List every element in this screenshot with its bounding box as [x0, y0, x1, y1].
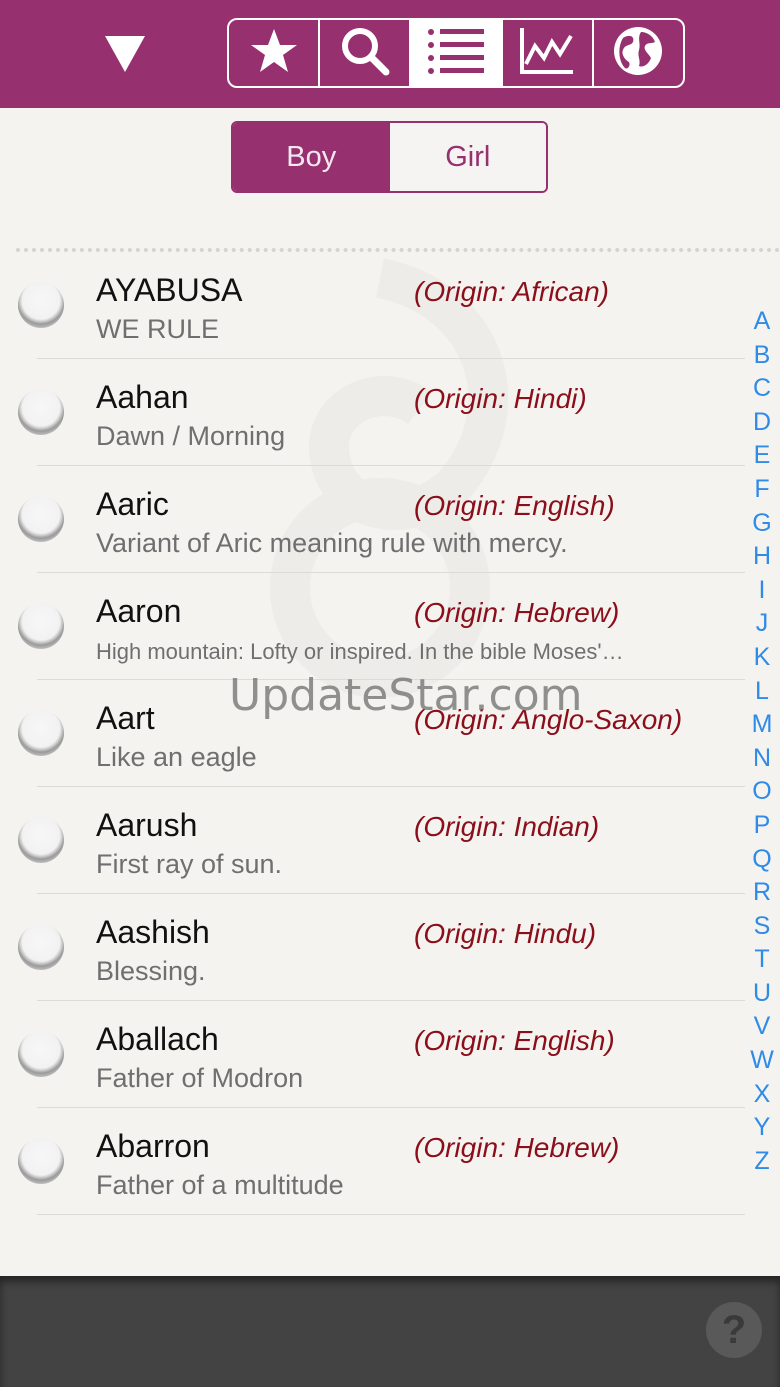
origin-text: (Origin: African) — [414, 276, 610, 307]
index-letter[interactable]: F — [744, 473, 780, 507]
index-letter[interactable]: C — [744, 372, 780, 406]
meaning-text: Dawn / Morning — [96, 421, 286, 451]
index-letter[interactable]: N — [744, 742, 780, 776]
index-letter[interactable]: S — [744, 910, 780, 944]
tab-favorites[interactable] — [229, 20, 321, 86]
gender-segmented-control: Boy Girl — [231, 121, 548, 193]
select-radio[interactable] — [18, 924, 64, 970]
select-radio[interactable] — [18, 389, 64, 435]
select-radio[interactable] — [18, 817, 64, 863]
tab-origins[interactable] — [594, 20, 683, 86]
index-letter[interactable]: E — [744, 439, 780, 473]
meaning-text: First ray of sun. — [96, 849, 283, 879]
index-letter[interactable]: H — [744, 540, 780, 574]
name-text: Aahan — [96, 379, 189, 415]
origin-text: (Origin: Hebrew) — [414, 597, 620, 628]
origin-text: (Origin: Hindu) — [414, 918, 597, 949]
list-item[interactable]: Aahan (Origin: Hindi) Dawn / Morning — [0, 359, 745, 466]
gender-boy-button[interactable]: Boy — [233, 123, 390, 191]
star-icon — [249, 26, 299, 81]
list-item[interactable]: Abarron (Origin: Hebrew) Father of a mul… — [0, 1108, 745, 1215]
origin-text: (Origin: English) — [414, 490, 615, 521]
select-radio[interactable] — [18, 496, 64, 542]
name-text: Abarron — [96, 1128, 210, 1164]
list-item[interactable]: Aaron (Origin: Hebrew) High mountain: Lo… — [0, 573, 745, 680]
index-letter[interactable]: B — [744, 339, 780, 373]
name-text: Aart — [96, 700, 155, 736]
main-tab-bar — [227, 18, 685, 88]
list-icon — [427, 27, 485, 80]
select-radio[interactable] — [18, 1138, 64, 1184]
list-item[interactable]: Aballach (Origin: English) Father of Mod… — [0, 1001, 745, 1108]
watermark-text: UpdateStar.com — [229, 670, 583, 721]
index-letter[interactable]: G — [744, 507, 780, 541]
select-radio[interactable] — [18, 710, 64, 756]
meaning-text: WE RULE — [96, 314, 220, 344]
alphabet-index: A B C D E F G H I J K L M N O P Q R S T … — [744, 305, 780, 1178]
name-text: Aaric — [96, 486, 169, 522]
index-letter[interactable]: L — [744, 675, 780, 709]
list-item[interactable]: Aashish (Origin: Hindu) Blessing. — [0, 894, 745, 1001]
meaning-text: Blessing. — [96, 956, 206, 986]
index-letter[interactable]: P — [744, 809, 780, 843]
bottom-bar — [0, 1276, 780, 1387]
name-text: AYABUSA — [96, 272, 243, 308]
index-letter[interactable]: W — [744, 1044, 780, 1078]
select-radio[interactable] — [18, 603, 64, 649]
index-letter[interactable]: Z — [744, 1145, 780, 1179]
index-letter[interactable]: V — [744, 1010, 780, 1044]
select-radio[interactable] — [18, 1031, 64, 1077]
search-icon — [338, 24, 392, 83]
index-letter[interactable]: J — [744, 607, 780, 641]
meaning-text: High mountain: Lofty or inspired. In the… — [96, 639, 624, 664]
origin-text: (Origin: English) — [414, 1025, 615, 1056]
gender-girl-button[interactable]: Girl — [389, 123, 546, 191]
tab-search[interactable] — [320, 20, 412, 86]
index-letter[interactable]: O — [744, 775, 780, 809]
index-letter[interactable]: U — [744, 977, 780, 1011]
index-letter[interactable]: R — [744, 876, 780, 910]
top-toolbar — [0, 0, 780, 108]
index-letter[interactable]: D — [744, 406, 780, 440]
name-text: Aaron — [96, 593, 182, 629]
row-divider — [37, 1214, 745, 1215]
index-letter[interactable]: Y — [744, 1111, 780, 1145]
origin-text: (Origin: Indian) — [414, 811, 600, 842]
help-icon: ? — [721, 1307, 747, 1352]
tab-list[interactable] — [411, 20, 503, 86]
meaning-text: Father of Modron — [96, 1063, 304, 1093]
origin-text: (Origin: Hebrew) — [414, 1132, 620, 1163]
index-letter[interactable]: A — [744, 305, 780, 339]
help-button[interactable]: ? — [706, 1302, 762, 1358]
index-letter[interactable]: I — [744, 574, 780, 608]
name-text: Aballach — [96, 1021, 219, 1057]
index-letter[interactable]: T — [744, 943, 780, 977]
chart-icon — [519, 26, 575, 81]
tab-statistics[interactable] — [503, 20, 594, 86]
meaning-text: Variant of Aric meaning rule with mercy. — [96, 528, 568, 558]
triangle-down-icon[interactable] — [100, 32, 150, 76]
list-item[interactable]: AYABUSA (Origin: African) WE RULE — [0, 252, 745, 359]
index-letter[interactable]: K — [744, 641, 780, 675]
select-radio[interactable] — [18, 282, 64, 328]
index-letter[interactable]: X — [744, 1078, 780, 1112]
list-item[interactable]: Aarush (Origin: Indian) First ray of sun… — [0, 787, 745, 894]
origin-text: (Origin: Hindi) — [414, 383, 587, 414]
index-letter[interactable]: M — [744, 708, 780, 742]
list-item[interactable]: Aaric (Origin: English) Variant of Aric … — [0, 466, 745, 573]
meaning-text: Father of a multitude — [96, 1170, 344, 1200]
name-text: Aarush — [96, 807, 198, 843]
name-text: Aashish — [96, 914, 210, 950]
meaning-text: Like an eagle — [96, 742, 257, 772]
index-letter[interactable]: Q — [744, 843, 780, 877]
globe-icon — [611, 24, 665, 83]
